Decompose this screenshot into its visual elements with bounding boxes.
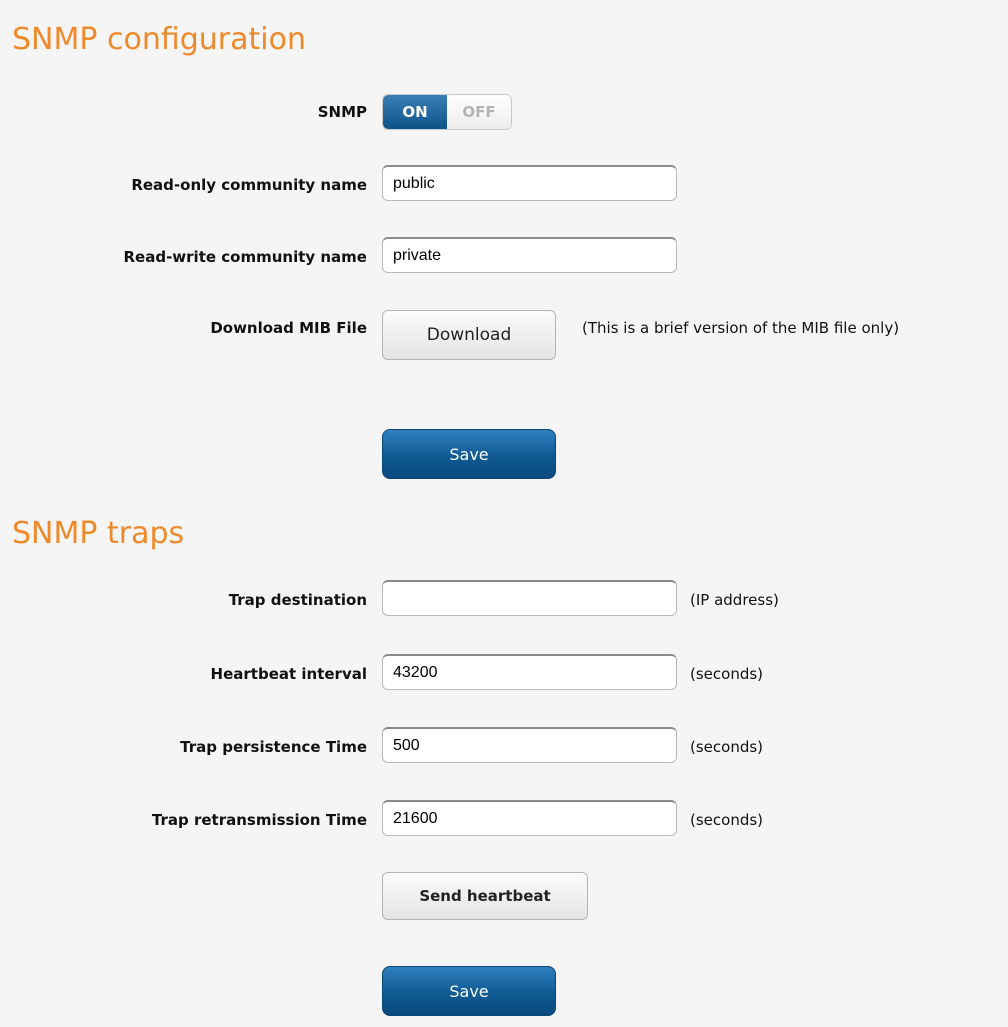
heartbeat-interval-unit: (seconds) (690, 665, 764, 683)
snmp-toggle-off[interactable]: OFF (447, 95, 511, 129)
snmp-toggle[interactable]: ON OFF (382, 94, 512, 130)
trap-retransmission-unit: (seconds) (690, 811, 764, 829)
trap-destination-label: Trap destination (228, 591, 367, 609)
snmp-label: SNMP (317, 103, 367, 121)
trap-persistence-unit: (seconds) (690, 738, 764, 756)
read-only-community-label: Read-only community name (131, 176, 367, 194)
trap-persistence-input[interactable] (382, 727, 677, 763)
read-write-community-input[interactable] (382, 237, 677, 273)
snmp-config-save-button[interactable]: Save (382, 429, 556, 479)
trap-persistence-row: Trap persistence Time (seconds) (0, 727, 1008, 767)
download-mib-button[interactable]: Download (382, 310, 556, 360)
read-only-community-input[interactable] (382, 165, 677, 201)
trap-destination-unit: (IP address) (690, 591, 779, 609)
trap-retransmission-label: Trap retransmission Time (151, 811, 367, 829)
heartbeat-interval-row: Heartbeat interval (seconds) (0, 654, 1008, 694)
send-heartbeat-button[interactable]: Send heartbeat (382, 872, 588, 920)
trap-persistence-label: Trap persistence Time (180, 738, 367, 756)
read-write-community-row: Read-write community name (0, 237, 1008, 277)
heartbeat-interval-input[interactable] (382, 654, 677, 690)
read-only-community-row: Read-only community name (0, 165, 1008, 205)
snmp-toggle-on[interactable]: ON (383, 95, 447, 129)
trap-retransmission-input[interactable] (382, 800, 677, 836)
trap-destination-input[interactable] (382, 580, 677, 616)
read-write-community-label: Read-write community name (123, 248, 367, 266)
trap-destination-row: Trap destination (IP address) (0, 580, 1008, 620)
snmp-traps-title: SNMP traps (12, 516, 185, 551)
snmp-traps-save-button[interactable]: Save (382, 966, 556, 1016)
trap-retransmission-row: Trap retransmission Time (seconds) (0, 800, 1008, 840)
mib-file-note: (This is a brief version of the MIB file… (582, 319, 900, 337)
download-mib-row: Download MIB File Download (This is a br… (0, 310, 1008, 360)
heartbeat-interval-label: Heartbeat interval (210, 665, 367, 683)
download-mib-label: Download MIB File (210, 319, 367, 337)
snmp-configuration-title: SNMP configuration (12, 22, 306, 57)
